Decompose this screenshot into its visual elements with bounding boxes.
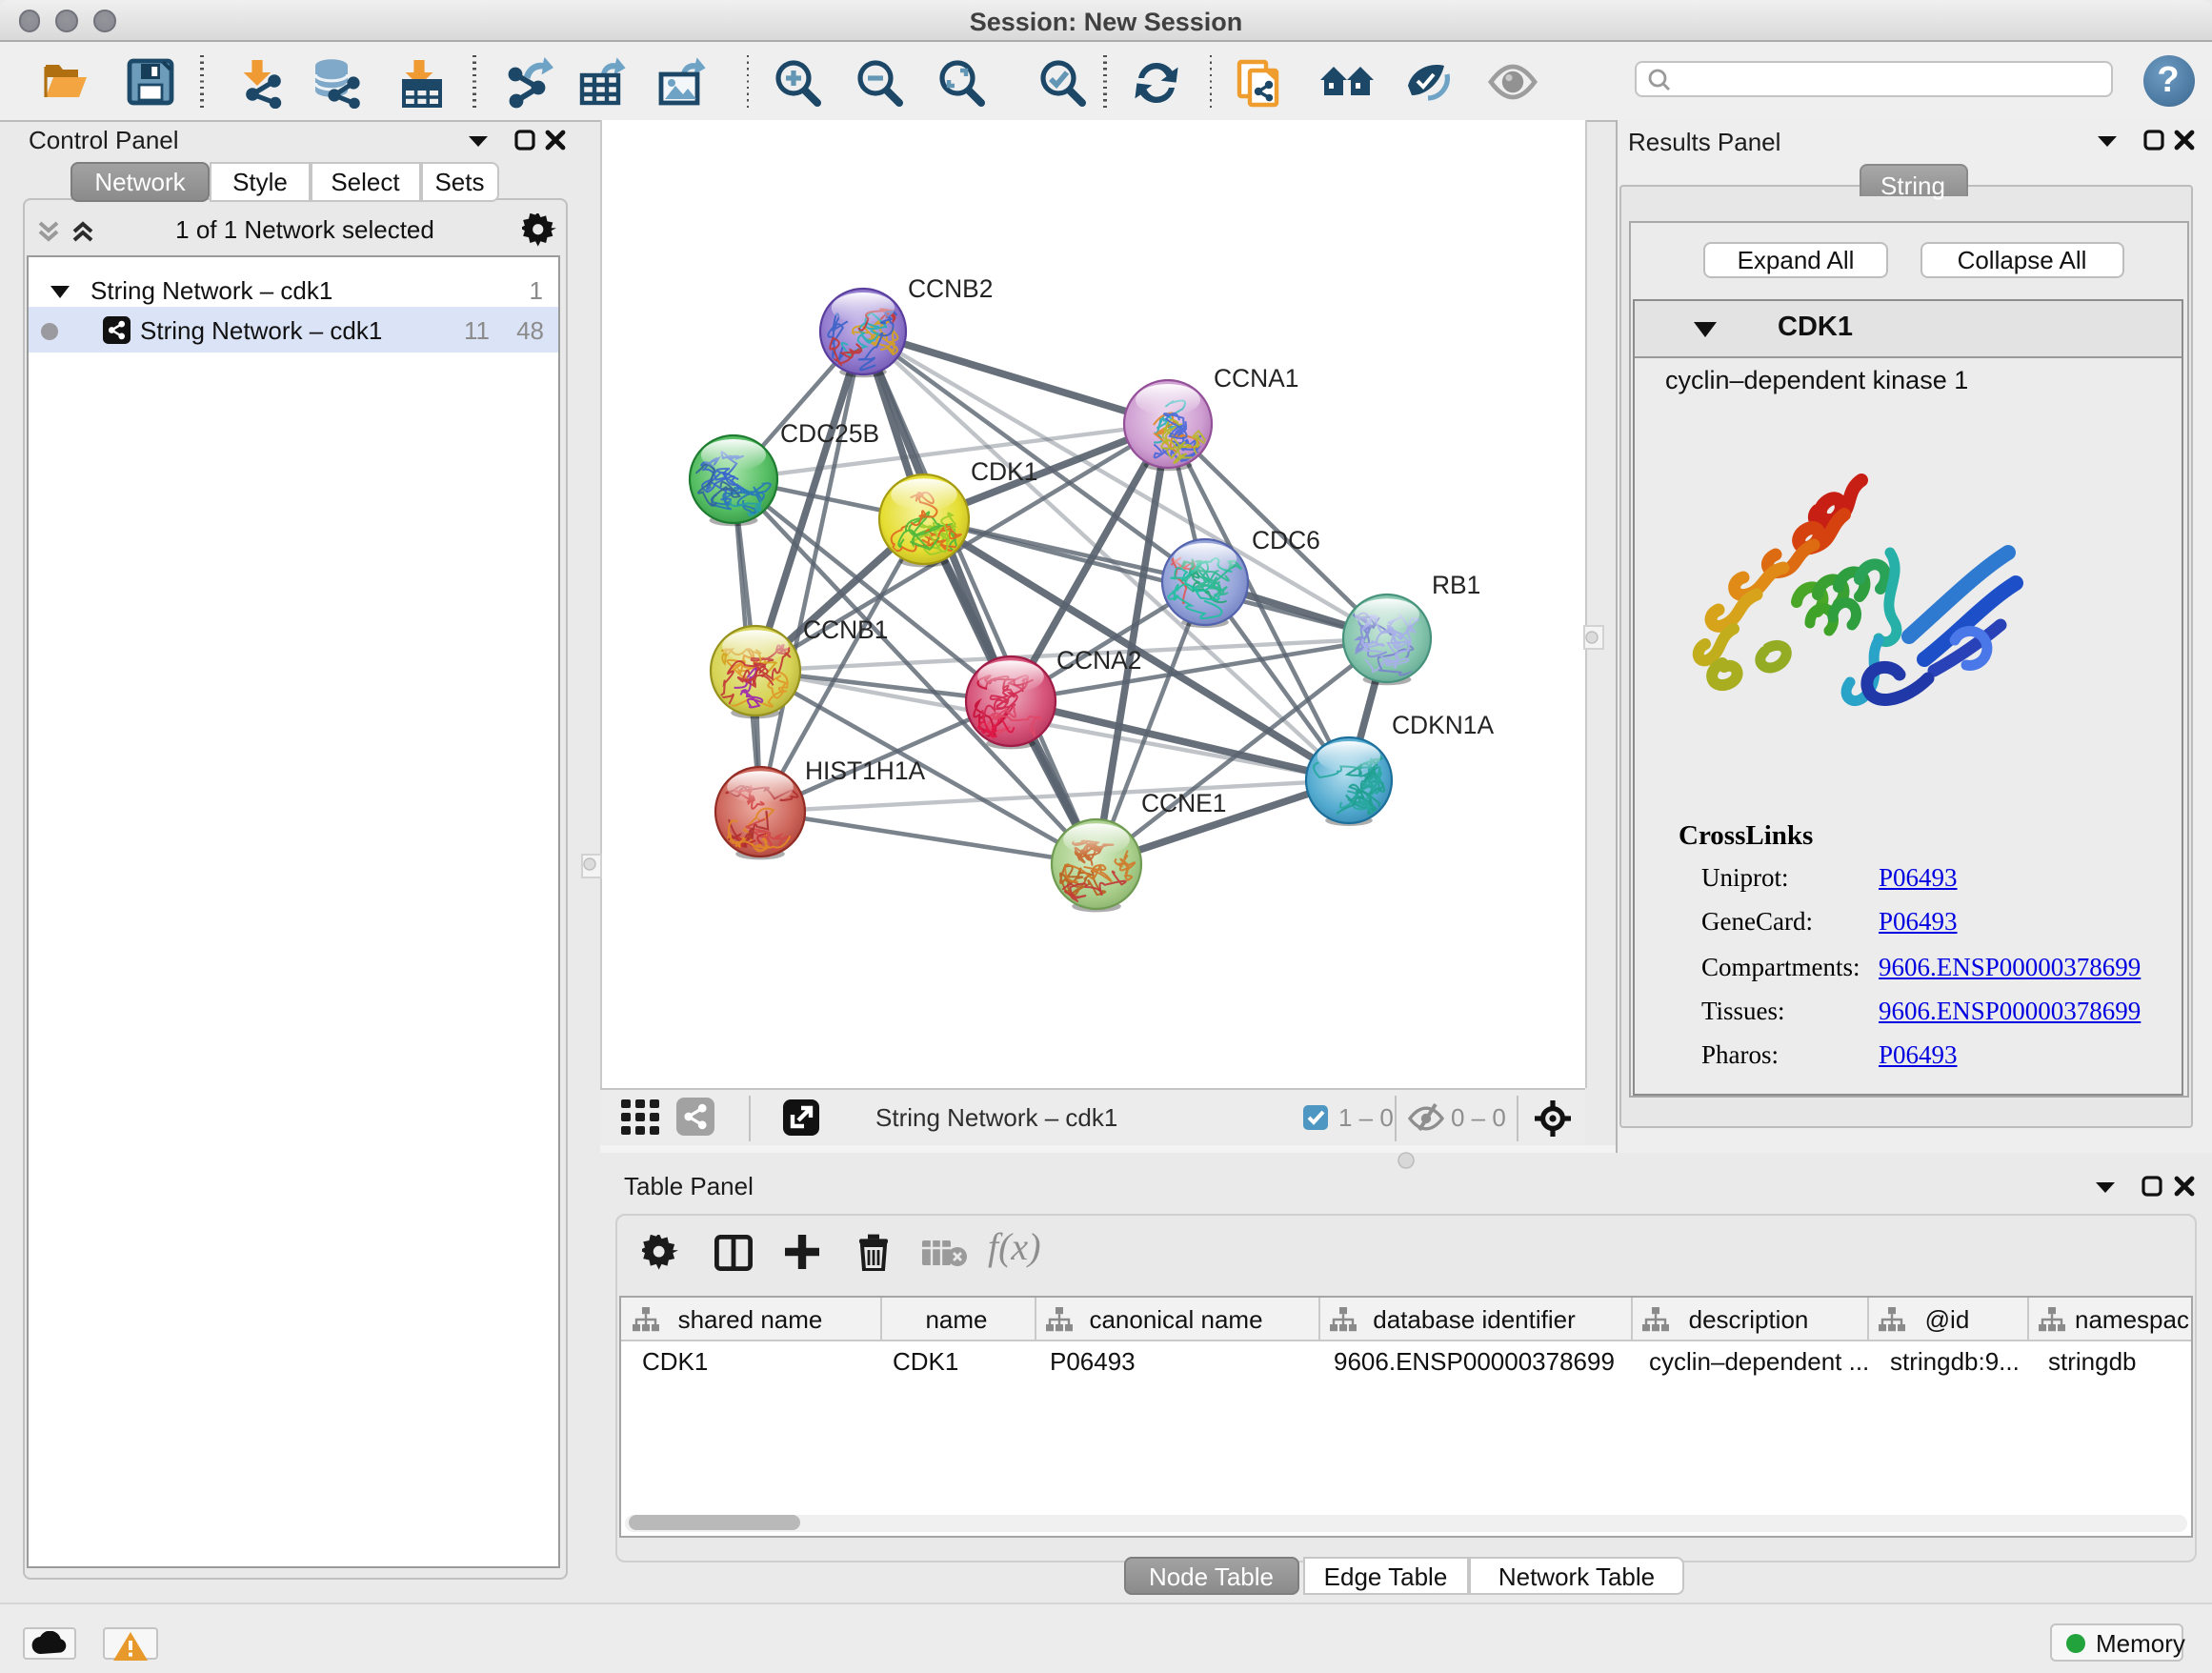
svg-text:CCNB2: CCNB2 — [907, 274, 992, 303]
svg-text:CDKN1A: CDKN1A — [1391, 711, 1493, 739]
svg-text:CCNB1: CCNB1 — [802, 615, 887, 644]
svg-text:HIST1H1A: HIST1H1A — [804, 756, 925, 785]
svg-text:CDK1: CDK1 — [970, 457, 1036, 486]
svg-text:CDC25B: CDC25B — [779, 419, 878, 448]
svg-text:CDC6: CDC6 — [1251, 526, 1319, 554]
svg-text:RB1: RB1 — [1431, 571, 1479, 599]
svg-text:CCNA1: CCNA1 — [1213, 364, 1297, 393]
svg-text:CCNA2: CCNA2 — [1056, 646, 1140, 675]
svg-text:CCNE1: CCNE1 — [1140, 789, 1225, 817]
